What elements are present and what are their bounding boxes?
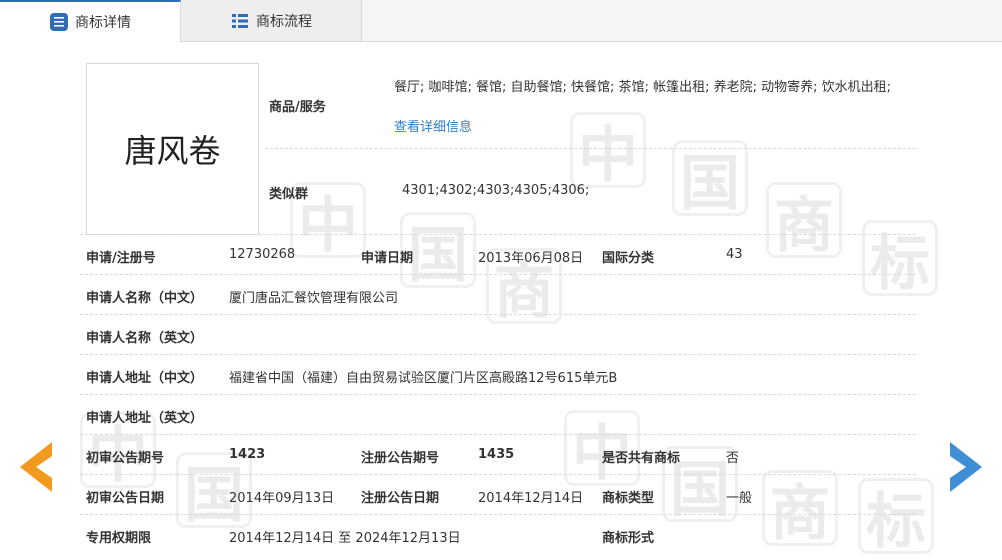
- address-cn-label: 申请人地址（中文）: [86, 371, 204, 386]
- divider: [80, 274, 916, 275]
- divider: [80, 354, 916, 355]
- document-list-icon: [49, 12, 69, 32]
- intl-class-label: 国际分类: [602, 251, 655, 266]
- apply-date-label: 申请日期: [361, 251, 414, 266]
- divider: [80, 514, 916, 515]
- similar-group-label: 类似群: [269, 187, 309, 202]
- shared-label: 是否共有商标: [602, 451, 681, 466]
- reg-pub-no-label: 注册公告期号: [361, 451, 440, 466]
- tab-label: 商标详情: [75, 15, 131, 31]
- divider: [80, 234, 916, 235]
- term-value: 2014年12月14日 至 2024年12月13日: [229, 531, 461, 546]
- divider: [80, 394, 916, 395]
- next-button[interactable]: [948, 440, 984, 494]
- form-label: 商标形式: [602, 531, 655, 546]
- prev-button[interactable]: [18, 440, 54, 494]
- address-en-label: 申请人地址（英文）: [86, 411, 204, 426]
- trademark-image-text: 唐风卷: [124, 132, 221, 170]
- address-cn-value: 福建省中国（福建）自由贸易试验区厦门片区高殿路12号615单元B: [229, 371, 618, 386]
- divider: [265, 148, 916, 149]
- applicant-en-label: 申请人名称（英文）: [86, 331, 204, 346]
- watermark-char: 中: [570, 112, 646, 191]
- prelim-no-value: 1423: [229, 447, 266, 462]
- reg-pub-date-value: 2014年12月14日: [478, 491, 584, 506]
- watermark-char: 国: [672, 140, 748, 219]
- watermark-char: 标: [862, 220, 938, 299]
- list-icon: [230, 11, 250, 31]
- applicant-cn-value: 厦门唐品汇餐饮管理有限公司: [229, 291, 399, 306]
- type-label: 商标类型: [602, 491, 655, 506]
- tab-trademark-flow[interactable]: 商标流程: [181, 0, 362, 41]
- prelim-no-label: 初审公告期号: [86, 451, 165, 466]
- tab-trademark-details[interactable]: 商标详情: [0, 0, 181, 42]
- shared-value: 否: [726, 451, 740, 466]
- goods-services-label: 商品/服务: [269, 100, 326, 115]
- view-details-link[interactable]: 查看详细信息: [394, 116, 472, 135]
- type-value: 一般: [726, 491, 753, 506]
- term-label: 专用权期限: [86, 531, 152, 546]
- intl-class-value: 43: [726, 247, 743, 262]
- similar-group-value: 4301;4302;4303;4305;4306;: [402, 183, 590, 198]
- apply-date-value: 2013年06月08日: [478, 251, 584, 266]
- chevron-left-icon: [20, 442, 52, 492]
- trademark-image: 唐风卷: [86, 63, 259, 235]
- goods-services-value: 餐厅; 咖啡馆; 餐馆; 自助餐馆; 快餐馆; 茶馆; 帐篷出租; 养老院; 动…: [394, 80, 891, 95]
- watermark-char: 商: [762, 470, 838, 549]
- tab-label: 商标流程: [256, 13, 312, 30]
- divider: [80, 314, 916, 315]
- reg-no-label: 申请/注册号: [86, 251, 156, 266]
- chevron-right-icon: [950, 442, 982, 492]
- tab-bar: 商标详情 商标流程: [0, 0, 1002, 42]
- divider: [80, 434, 916, 435]
- watermark-char: 商: [766, 182, 842, 261]
- prelim-date-value: 2014年09月13日: [229, 491, 335, 506]
- reg-pub-no-value: 1435: [478, 447, 515, 462]
- divider: [80, 474, 916, 475]
- watermark-char: 标: [858, 478, 934, 557]
- prelim-date-label: 初审公告日期: [86, 491, 165, 506]
- reg-pub-date-label: 注册公告日期: [361, 491, 440, 506]
- reg-no-value: 12730268: [229, 247, 296, 262]
- applicant-cn-label: 申请人名称（中文）: [86, 291, 204, 306]
